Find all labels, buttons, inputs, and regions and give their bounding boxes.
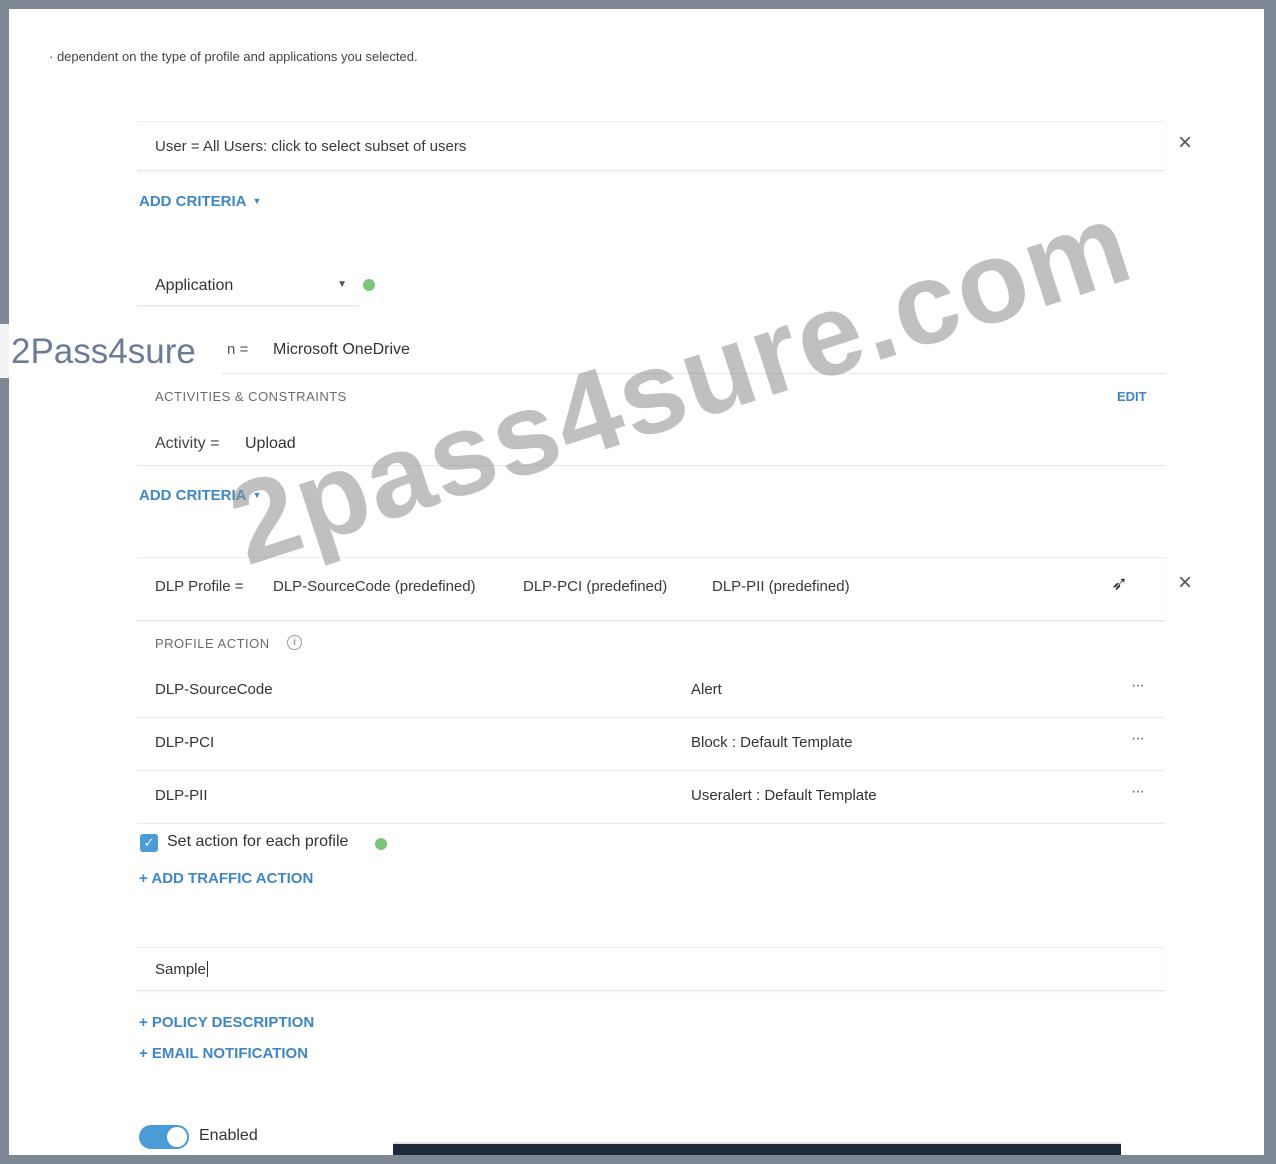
application-select-label: Application	[155, 277, 234, 294]
application-select[interactable]: Application ▼	[137, 267, 359, 306]
more-options-icon[interactable]: ···	[1131, 730, 1145, 748]
set-action-checkbox[interactable]: ✓	[140, 834, 158, 852]
dlp-profile-row[interactable]: DLP Profile = DLP-SourceCode (predefined…	[137, 557, 1165, 621]
profile-action-heading: PROFILE ACTION	[155, 636, 270, 651]
text-cursor	[206, 961, 208, 977]
user-criteria-text[interactable]: User = All Users: click to select subset…	[155, 138, 466, 155]
set-action-label: Set action for each profile	[167, 833, 349, 850]
enabled-label: Enabled	[199, 1127, 258, 1144]
policy-name-input[interactable]: Sample	[137, 947, 1165, 991]
application-value: Microsoft OneDrive	[273, 341, 410, 358]
add-criteria-button[interactable]: ADD CRITERIA ▼	[139, 193, 261, 210]
checkmark-icon: ✓	[143, 835, 155, 850]
close-icon[interactable]: ×	[1178, 131, 1192, 155]
application-label: n =	[227, 341, 249, 358]
profile-action-value[interactable]: Block : Default Template	[691, 734, 852, 751]
toggle-knob	[167, 1127, 187, 1147]
activity-value: Upload	[245, 435, 296, 452]
profile-name: DLP-PII	[155, 787, 208, 804]
chevron-down-icon: ▼	[252, 196, 262, 206]
watermark: 2pass4sure.com	[214, 176, 1147, 590]
profile-action-row: DLP-PII Useralert : Default Template ···	[137, 771, 1165, 824]
activity-row[interactable]: Activity = Upload	[137, 421, 1165, 466]
more-options-icon[interactable]: ···	[1131, 783, 1145, 801]
chevron-down-icon: ▼	[252, 490, 262, 500]
brand-overlay: 2Pass4sure	[0, 324, 222, 378]
edit-button[interactable]: EDIT	[1117, 389, 1147, 404]
profile-action-value[interactable]: Alert	[691, 681, 722, 698]
mouse-pointer-icon: ➶	[1111, 573, 1128, 595]
brand-text: 2Pass4sure	[11, 332, 196, 371]
activities-heading: ACTIVITIES & CONSTRAINTS	[155, 389, 347, 404]
profile-action-value[interactable]: Useralert : Default Template	[691, 787, 877, 804]
bottom-bar	[393, 1142, 1121, 1155]
status-dot	[375, 838, 387, 850]
email-notification-button[interactable]: + EMAIL NOTIFICATION	[139, 1045, 308, 1062]
policy-editor-panel: · dependent on the type of profile and a…	[9, 9, 1264, 1155]
add-traffic-action-button[interactable]: + ADD TRAFFIC ACTION	[139, 870, 313, 887]
application-row[interactable]: n = Microsoft OneDrive	[137, 329, 1165, 374]
profile-action-row: DLP-PCI Block : Default Template ···	[137, 718, 1165, 771]
policy-description-button[interactable]: + POLICY DESCRIPTION	[139, 1014, 314, 1031]
status-dot	[363, 279, 375, 291]
add-criteria-button-2[interactable]: ADD CRITERIA ▼	[139, 487, 261, 504]
add-criteria-label: ADD CRITERIA	[139, 193, 247, 210]
profile-name: DLP-PCI	[155, 734, 215, 751]
dlp-profile-chip[interactable]: DLP-SourceCode (predefined)	[273, 578, 476, 595]
helper-text: · dependent on the type of profile and a…	[49, 49, 418, 64]
user-criteria-row[interactable]: User = All Users: click to select subset…	[137, 121, 1165, 171]
more-options-icon[interactable]: ···	[1131, 677, 1145, 695]
close-icon[interactable]: ×	[1178, 571, 1192, 595]
dlp-profile-chip[interactable]: DLP-PII (predefined)	[712, 578, 850, 595]
chevron-down-icon: ▼	[337, 279, 347, 290]
add-criteria-label: ADD CRITERIA	[139, 487, 247, 504]
profile-name: DLP-SourceCode	[155, 681, 273, 698]
dlp-profile-label: DLP Profile =	[155, 578, 244, 595]
enabled-toggle[interactable]	[139, 1125, 189, 1149]
activity-label: Activity =	[155, 435, 220, 452]
dlp-profile-chip[interactable]: DLP-PCI (predefined)	[523, 578, 667, 595]
policy-name-value: Sample	[155, 961, 206, 978]
info-icon[interactable]: i	[287, 635, 302, 650]
profile-action-row: DLP-SourceCode Alert ···	[137, 665, 1165, 718]
